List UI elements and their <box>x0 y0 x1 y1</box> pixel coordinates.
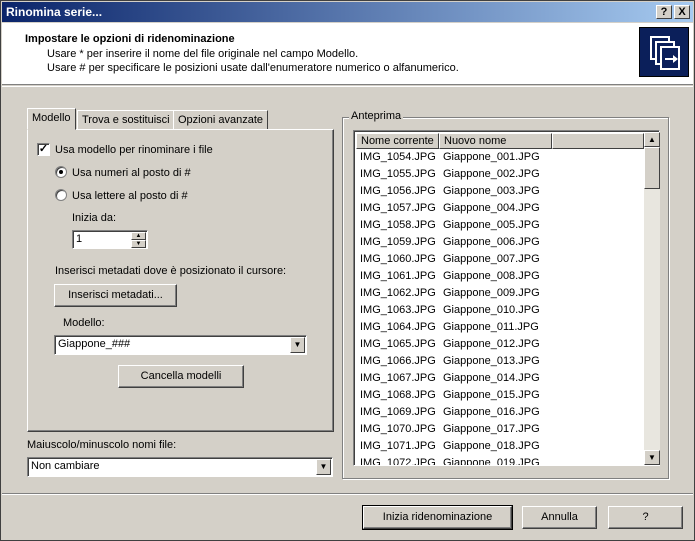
current-name-cell: IMG_1056.JPG <box>360 185 436 197</box>
new-name-cell: Giappone_011.JPG <box>443 321 539 333</box>
new-name-cell: Giappone_008.JPG <box>443 270 540 282</box>
new-name-cell: Giappone_015.JPG <box>443 389 540 401</box>
tab-modello-label: Modello <box>32 112 71 124</box>
template-combobox[interactable]: Giappone_### ▼ <box>54 335 307 355</box>
preview-group-label: Anteprima <box>349 110 404 122</box>
tab-opzioni-avanzate[interactable]: Opzioni avanzate <box>173 110 268 130</box>
chevron-down-icon[interactable]: ▼ <box>316 459 331 475</box>
current-name-cell: IMG_1069.JPG <box>360 406 436 418</box>
current-name-cell: IMG_1062.JPG <box>360 287 436 299</box>
use-letters-label[interactable]: Usa lettere al posto di # <box>72 190 188 202</box>
chevron-down-icon[interactable]: ▼ <box>290 337 305 353</box>
tab-modello[interactable]: Modello <box>27 108 76 130</box>
tab-trova-e-sostituisci[interactable]: Trova e sostituisci <box>77 110 175 130</box>
current-name-cell: IMG_1066.JPG <box>360 355 436 367</box>
new-name-cell: Giappone_004.JPG <box>443 202 540 214</box>
header-title: Impostare le opzioni di ridenominazione <box>25 33 235 45</box>
tab-trova-label: Trova e sostituisci <box>82 114 170 126</box>
current-name-cell: IMG_1063.JPG <box>360 304 436 316</box>
current-name-cell: IMG_1057.JPG <box>360 202 436 214</box>
header-instruction-1: Usare * per inserire il nome del file or… <box>47 48 359 60</box>
new-name-cell: Giappone_010.JPG <box>443 304 540 316</box>
new-name-cell: Giappone_014.JPG <box>443 372 540 384</box>
use-letters-radio[interactable] <box>55 189 67 201</box>
tab-opzioni-label: Opzioni avanzate <box>178 114 263 126</box>
current-name-cell: IMG_1067.JPG <box>360 372 436 384</box>
title-bar[interactable]: Rinomina serie... ? X <box>2 2 693 22</box>
current-name-cell: IMG_1058.JPG <box>360 219 436 231</box>
use-template-label[interactable]: Usa modello per rinominare i file <box>55 144 213 156</box>
use-numbers-radio[interactable] <box>55 166 67 178</box>
new-name-cell: Giappone_001.JPG <box>443 151 540 163</box>
header-divider <box>2 86 693 87</box>
insert-metadata-button[interactable]: Inserisci metadati... <box>54 284 177 307</box>
scroll-thumb[interactable] <box>644 147 660 189</box>
new-name-cell: Giappone_018.JPG <box>443 440 540 452</box>
preview-list[interactable]: Nome corrente Nuovo nome IMG_1054.JPG Gia… <box>353 130 660 466</box>
use-template-checkbox[interactable]: ✓ <box>37 143 50 156</box>
template-label: Modello: <box>63 317 105 329</box>
header-instruction-2: Usare # per specificare le posizioni usa… <box>47 62 459 74</box>
current-name-cell: IMG_1054.JPG <box>360 151 436 163</box>
cancel-button[interactable]: Annulla <box>522 506 597 529</box>
new-name-cell: Giappone_013.JPG <box>443 355 540 367</box>
current-name-cell: IMG_1064.JPG <box>360 321 436 333</box>
case-value: Non cambiare <box>31 460 100 472</box>
insert-metadata-hint: Inserisci metadati dove è posizionato il… <box>55 265 287 277</box>
footer-divider <box>2 493 693 495</box>
new-name-cell: Giappone_006.JPG <box>443 236 540 248</box>
current-name-cell: IMG_1071.JPG <box>360 440 436 452</box>
column-header-filler <box>552 133 644 149</box>
help-button[interactable]: ? <box>608 506 683 529</box>
new-name-cell: Giappone_002.JPG <box>443 168 540 180</box>
new-name-cell: Giappone_019.JPG <box>443 457 540 466</box>
start-rename-button[interactable]: Inizia ridenominazione <box>362 505 513 530</box>
use-numbers-label[interactable]: Usa numeri al posto di # <box>72 167 191 179</box>
close-title-button[interactable]: X <box>674 5 690 19</box>
template-value: Giappone_### <box>58 338 131 350</box>
case-label: Maiuscolo/minuscolo nomi file: <box>27 439 177 451</box>
new-name-cell: Giappone_012.JPG <box>443 338 540 350</box>
current-name-cell: IMG_1070.JPG <box>360 423 436 435</box>
current-name-cell: IMG_1059.JPG <box>360 236 436 248</box>
start-from-label: Inizia da: <box>72 212 117 224</box>
new-name-cell: Giappone_007.JPG <box>443 253 540 265</box>
preview-scrollbar[interactable]: ▲ ▼ <box>644 132 660 465</box>
spin-down-icon[interactable]: ▼ <box>131 240 146 248</box>
new-name-cell: Giappone_009.JPG <box>443 287 540 299</box>
dialog-header: Impostare le opzioni di ridenominazione … <box>2 23 693 85</box>
clear-templates-button[interactable]: Cancella modelli <box>118 365 244 388</box>
spin-up-icon[interactable]: ▲ <box>131 232 146 240</box>
new-name-cell: Giappone_003.JPG <box>443 185 540 197</box>
scroll-down-icon[interactable]: ▼ <box>644 450 660 465</box>
current-name-cell: IMG_1072.JPG <box>360 457 436 466</box>
current-name-cell: IMG_1065.JPG <box>360 338 436 350</box>
new-name-cell: Giappone_016.JPG <box>443 406 540 418</box>
help-title-button[interactable]: ? <box>656 5 672 19</box>
column-header-current-name[interactable]: Nome corrente <box>356 133 439 149</box>
current-name-cell: IMG_1055.JPG <box>360 168 436 180</box>
start-from-value: 1 <box>76 233 83 245</box>
rename-files-icon <box>639 27 689 77</box>
rename-series-dialog: Rinomina serie... ? X Impostare le opzio… <box>0 0 695 541</box>
new-name-cell: Giappone_005.JPG <box>443 219 540 231</box>
case-combobox[interactable]: Non cambiare ▼ <box>27 457 333 477</box>
current-name-cell: IMG_1061.JPG <box>360 270 436 282</box>
current-name-cell: IMG_1068.JPG <box>360 389 436 401</box>
column-header-new-name[interactable]: Nuovo nome <box>439 133 552 149</box>
scroll-up-icon[interactable]: ▲ <box>644 132 660 147</box>
window-title: Rinomina serie... <box>6 5 103 19</box>
new-name-cell: Giappone_017.JPG <box>443 423 540 435</box>
current-name-cell: IMG_1060.JPG <box>360 253 436 265</box>
